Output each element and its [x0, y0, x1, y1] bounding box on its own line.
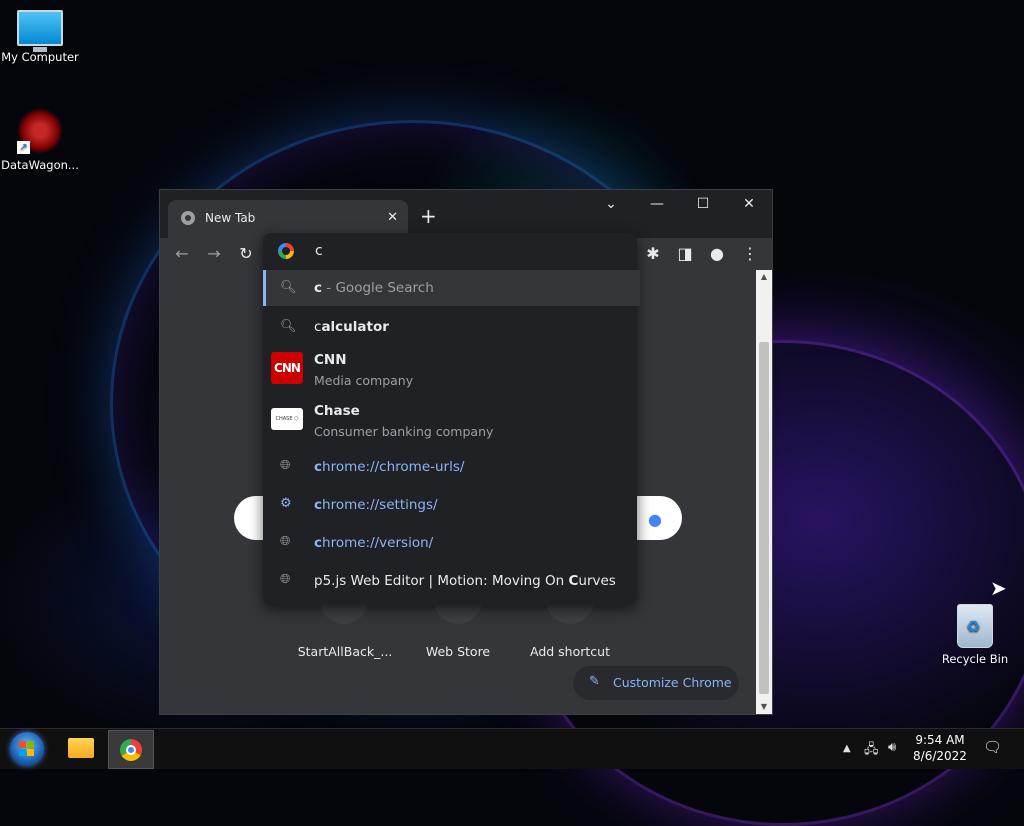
suggestion-match: c	[314, 535, 323, 551]
suggestion-chrome-version[interactable]: 🌐︎ chrome://version/	[263, 524, 637, 560]
clock[interactable]: 9:54 AM 8/6/2022	[912, 732, 968, 764]
menu-icon[interactable]: ⋮	[739, 244, 761, 263]
suggestion-subtitle: Media company	[314, 373, 414, 388]
omnibox[interactable]: c	[263, 233, 637, 269]
gear-icon: ⚙	[280, 496, 292, 511]
tab-search-icon[interactable]: ⌄	[596, 196, 626, 212]
desktop-icon-my-computer[interactable]: My Computer	[0, 10, 80, 64]
omnibox-popup: c 🔍︎ c - Google Search 🔍︎ calculator CNN…	[263, 233, 640, 605]
extensions-icon[interactable]: ✱	[642, 244, 664, 263]
globe-icon: 🌐︎	[280, 458, 291, 473]
chrome-taskbar-button[interactable]	[108, 730, 154, 769]
suggestion-cnn[interactable]: CNN CNN Media company	[263, 346, 637, 392]
desktop-icon-datawagon[interactable]: ↗ DataWagon...	[0, 108, 80, 172]
globe-icon: 🌐︎	[280, 534, 291, 549]
suggestion-chrome-urls[interactable]: 🌐︎ chrome://chrome-urls/	[263, 448, 637, 484]
back-icon[interactable]: ←	[171, 244, 193, 263]
mouse-cursor-icon: ➤	[990, 576, 1007, 600]
tab-close-icon[interactable]: ✕	[387, 210, 398, 225]
customize-label: Customize Chrome	[613, 675, 732, 690]
taskbar: ▲ 🖧︎ 🔊︎ 9:54 AM 8/6/2022 🗨︎	[0, 728, 1024, 769]
tab-strip: New Tab ✕ + ⌄ — ☐ ✕	[160, 190, 772, 238]
suggestion-google-search[interactable]: 🔍︎ c - Google Search	[263, 270, 640, 306]
minimize-icon[interactable]: —	[642, 196, 672, 212]
chrome-favicon-icon	[181, 211, 195, 225]
suggestion-rest: NN	[323, 352, 347, 368]
suggestion-rest: alculator	[321, 319, 389, 335]
file-explorer-icon[interactable]	[68, 738, 94, 758]
suggestion-subtitle: Consumer banking company	[314, 424, 494, 439]
suggestion-suffix: - Google Search	[322, 280, 434, 296]
shortcut-web-store[interactable]: Web Store	[403, 644, 513, 659]
volume-icon[interactable]: 🔊︎	[888, 740, 896, 755]
suggestion-match: C	[314, 352, 324, 368]
desktop-icon-recycle-bin[interactable]: ♻ Recycle Bin	[935, 604, 1015, 666]
customize-chrome-button[interactable]: ✎ Customize Chrome	[573, 666, 739, 700]
suggestion-match: C	[568, 573, 579, 589]
shortcut-arrow-icon: ↗	[17, 141, 30, 154]
start-button[interactable]	[10, 732, 44, 766]
suggestion-rest: hrome://settings/	[322, 497, 438, 513]
side-panel-icon[interactable]: ◨	[674, 244, 696, 263]
suggestion-rest: urves	[578, 573, 616, 589]
scroll-down-icon[interactable]: ▼	[756, 700, 772, 714]
suggestion-match: c	[314, 497, 323, 513]
recycle-bin-icon: ♻	[957, 604, 993, 648]
reload-icon[interactable]: ↻	[235, 244, 257, 263]
clock-time: 9:54 AM	[915, 733, 965, 747]
cnn-logo: CNN	[271, 352, 303, 384]
notification-icon[interactable]: 🗨︎	[983, 738, 1002, 756]
suggestion-match: c	[314, 280, 323, 296]
new-tab-button[interactable]: +	[420, 204, 437, 228]
maximize-icon[interactable]: ☐	[688, 196, 718, 212]
scrollbar[interactable]: ▲ ▼	[756, 270, 772, 714]
shortcut-startallback[interactable]: StartAllBack_...	[290, 644, 400, 659]
pencil-icon: ✎	[589, 674, 600, 689]
search-icon: 🔍︎	[280, 319, 297, 334]
suggestion-rest: hrome://chrome-urls/	[322, 459, 465, 475]
close-icon[interactable]: ✕	[734, 196, 764, 212]
google-icon	[278, 243, 294, 259]
tab-title: New Tab	[205, 211, 256, 225]
desktop-icon-label: My Computer	[1, 50, 79, 64]
search-icon: 🔍︎	[280, 280, 297, 295]
suggestion-prefix: p5.js Web Editor | Motion: Moving On	[314, 573, 569, 589]
show-hidden-icons-icon[interactable]: ▲	[843, 743, 851, 754]
datawagon-icon: ↗	[17, 108, 63, 154]
windows-logo-icon	[19, 741, 35, 757]
shortcut-add[interactable]: Add shortcut	[515, 644, 625, 659]
suggestion-p5js[interactable]: 🌐︎ p5.js Web Editor | Motion: Moving On …	[263, 562, 637, 598]
desktop-icon-label: Recycle Bin	[941, 652, 1009, 666]
clock-date: 8/6/2022	[913, 749, 967, 763]
chrome-icon	[120, 739, 142, 761]
profile-icon[interactable]: ●	[706, 244, 728, 263]
scroll-thumb[interactable]	[759, 342, 769, 694]
suggestion-match: C	[314, 403, 324, 419]
desktop-icon-label: DataWagon...	[1, 158, 79, 172]
microphone-icon[interactable]: ●	[648, 510, 662, 529]
computer-icon	[17, 10, 63, 52]
suggestion-match: c	[314, 459, 323, 475]
suggestion-chrome-settings[interactable]: ⚙ chrome://settings/	[263, 486, 637, 522]
forward-icon[interactable]: →	[203, 244, 225, 263]
chase-logo: CHASE ⬡	[271, 408, 303, 430]
network-icon[interactable]: 🖧︎	[864, 740, 879, 762]
globe-icon: 🌐︎	[280, 572, 291, 587]
suggestion-chase[interactable]: CHASE ⬡ Chase Consumer banking company	[263, 397, 637, 443]
suggestion-calculator[interactable]: 🔍︎ calculator	[263, 308, 637, 344]
suggestion-rest: hrome://version/	[322, 535, 434, 551]
scroll-up-icon[interactable]: ▲	[756, 270, 772, 284]
omnibox-input[interactable]: c	[315, 243, 323, 259]
suggestion-rest: hase	[323, 403, 360, 419]
